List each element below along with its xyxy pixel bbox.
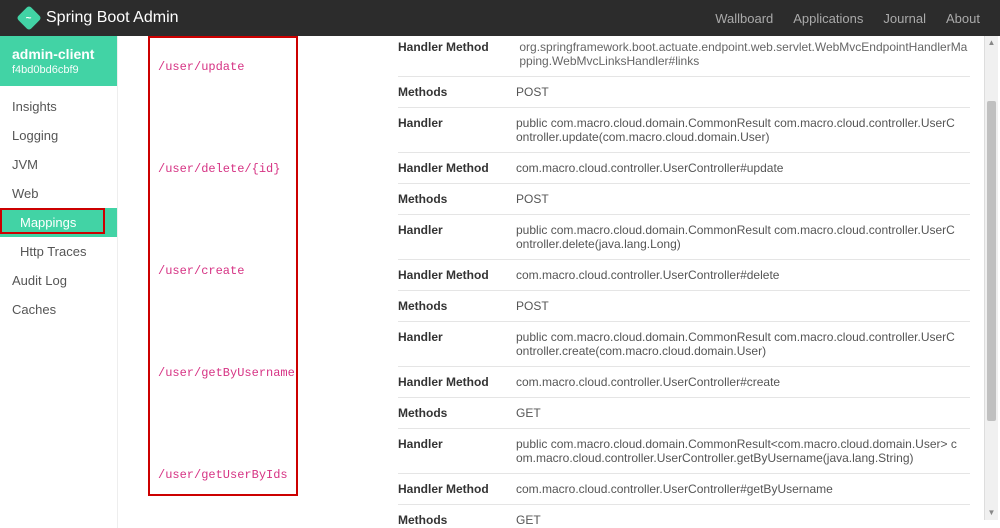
table-row: Methods POST <box>398 184 970 215</box>
value-methods: POST <box>516 299 970 313</box>
label-handler: Handler <box>398 223 516 251</box>
value-methods: POST <box>516 85 970 99</box>
table-row: Methods GET <box>398 398 970 429</box>
sidebar: admin-client f4bd0bd6cbf9 Insights Loggi… <box>0 36 118 528</box>
sidebar-instance-id: f4bd0bd6cbf9 <box>12 64 105 76</box>
sidebar-group-web: Mappings Http Traces <box>0 208 117 266</box>
brand-icon: ~ <box>16 5 41 30</box>
partial-label: Handler Method <box>398 40 516 54</box>
label-handlermethod: Handler Method <box>398 161 516 175</box>
table-row: Handler public com.macro.cloud.domain.Co… <box>398 322 970 367</box>
sidebar-item-logging[interactable]: Logging <box>0 121 117 150</box>
sidebar-item-auditlog[interactable]: Audit Log <box>0 266 117 295</box>
value-methods: GET <box>516 513 970 527</box>
nav-about[interactable]: About <box>946 11 980 26</box>
label-methods: Methods <box>398 85 516 99</box>
value-handlermethod: com.macro.cloud.controller.UserControlle… <box>516 268 970 282</box>
topbar: ~ Spring Boot Admin Wallboard Applicatio… <box>0 0 1000 36</box>
scroll-up-icon[interactable]: ▲ <box>985 36 998 50</box>
brand-text: Spring Boot Admin <box>46 9 179 27</box>
label-methods: Methods <box>398 406 516 420</box>
table-row: Handler public com.macro.cloud.domain.Co… <box>398 215 970 260</box>
path-create[interactable]: /user/create <box>158 264 288 278</box>
sidebar-app-name: admin-client <box>12 46 105 62</box>
path-getbyusername[interactable]: /user/getByUsername <box>158 366 288 380</box>
label-handler: Handler <box>398 330 516 358</box>
partial-value: org.springframework.boot.actuate.endpoin… <box>519 40 969 68</box>
label-handler: Handler <box>398 116 516 144</box>
table-row: Handler Method com.macro.cloud.controlle… <box>398 153 970 184</box>
label-handlermethod: Handler Method <box>398 268 516 282</box>
partial-row: Handler Method org.springframework.boot.… <box>398 36 970 77</box>
sidebar-item-httptraces[interactable]: Http Traces <box>0 237 117 266</box>
label-methods: Methods <box>398 299 516 313</box>
label-handlermethod: Handler Method <box>398 482 516 496</box>
value-handlermethod: com.macro.cloud.controller.UserControlle… <box>516 161 970 175</box>
sidebar-item-jvm[interactable]: JVM <box>0 150 117 179</box>
scrollbar[interactable]: ▲ ▼ <box>984 36 998 520</box>
value-handler: public com.macro.cloud.domain.CommonResu… <box>516 437 970 465</box>
detail-table: Handler Method org.springframework.boot.… <box>398 36 970 528</box>
table-row: Handler Method com.macro.cloud.controlle… <box>398 474 970 505</box>
value-handler: public com.macro.cloud.domain.CommonResu… <box>516 330 970 358</box>
table-row: Handler Method com.macro.cloud.controlle… <box>398 260 970 291</box>
table-row: Methods POST <box>398 291 970 322</box>
path-update[interactable]: /user/update <box>158 60 288 74</box>
table-row: Methods GET <box>398 505 970 528</box>
label-methods: Methods <box>398 513 516 527</box>
topnav: Wallboard Applications Journal About <box>715 11 980 26</box>
value-methods: POST <box>516 192 970 206</box>
sidebar-header[interactable]: admin-client f4bd0bd6cbf9 <box>0 36 117 86</box>
sidebar-item-mappings[interactable]: Mappings <box>0 208 117 237</box>
scroll-down-icon[interactable]: ▼ <box>985 506 998 520</box>
highlight-box-paths-icon: /user/update /user/delete/{id} /user/cre… <box>148 36 298 496</box>
scrollbar-thumb[interactable] <box>987 101 996 421</box>
sidebar-item-caches[interactable]: Caches <box>0 295 117 324</box>
value-handlermethod: com.macro.cloud.controller.UserControlle… <box>516 375 970 389</box>
table-row: Methods POST <box>398 77 970 108</box>
value-handlermethod: com.macro.cloud.controller.UserControlle… <box>516 482 970 496</box>
brand[interactable]: ~ Spring Boot Admin <box>20 9 179 27</box>
label-methods: Methods <box>398 192 516 206</box>
value-handler: public com.macro.cloud.domain.CommonResu… <box>516 223 970 251</box>
nav-applications[interactable]: Applications <box>793 11 863 26</box>
path-getuserbyids[interactable]: /user/getUserByIds <box>158 468 288 482</box>
table-row: Handler Method com.macro.cloud.controlle… <box>398 367 970 398</box>
sidebar-item-web[interactable]: Web <box>0 179 117 208</box>
content-area: /user/update /user/delete/{id} /user/cre… <box>118 36 1000 528</box>
label-handler: Handler <box>398 437 516 465</box>
path-column: /user/update /user/delete/{id} /user/cre… <box>148 36 298 496</box>
nav-wallboard[interactable]: Wallboard <box>715 11 773 26</box>
table-row: Handler public com.macro.cloud.domain.Co… <box>398 108 970 153</box>
value-handler: public com.macro.cloud.domain.CommonResu… <box>516 116 970 144</box>
value-methods: GET <box>516 406 970 420</box>
nav-journal[interactable]: Journal <box>883 11 926 26</box>
label-handlermethod: Handler Method <box>398 375 516 389</box>
sidebar-item-insights[interactable]: Insights <box>0 92 117 121</box>
table-row: Handler public com.macro.cloud.domain.Co… <box>398 429 970 474</box>
path-delete[interactable]: /user/delete/{id} <box>158 162 288 176</box>
